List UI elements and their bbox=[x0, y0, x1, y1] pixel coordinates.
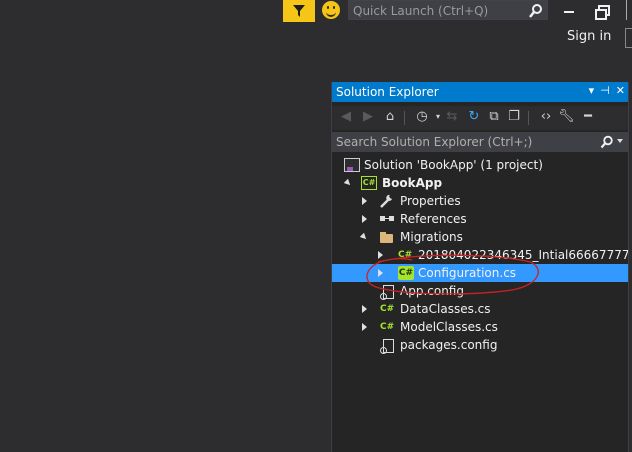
tree-item-solution[interactable]: Solution 'BookApp' (1 project) bbox=[332, 156, 629, 174]
tree-item-migration-file[interactable]: C# 201804022346345_Intial66667777.cs bbox=[332, 246, 632, 264]
tree-item-packages-config[interactable]: packages.config bbox=[332, 336, 629, 354]
expanded-arrow-icon[interactable] bbox=[343, 174, 355, 192]
sign-in-link[interactable]: Sign in bbox=[567, 29, 611, 44]
solution-search-box[interactable] bbox=[332, 132, 629, 152]
search-icon[interactable] bbox=[600, 135, 614, 149]
csharp-file-icon: C# bbox=[380, 304, 395, 314]
tree-item-project[interactable]: C# BookApp bbox=[332, 174, 629, 192]
account-avatar-edge[interactable] bbox=[625, 28, 632, 48]
references-icon bbox=[380, 216, 394, 221]
restore-icon[interactable] bbox=[594, 3, 610, 20]
panel-header-buttons: ▾ ⊣ ✕ bbox=[589, 84, 625, 97]
wrench-icon[interactable]: 🔧︎ bbox=[558, 109, 575, 125]
quick-launch-input[interactable] bbox=[353, 3, 523, 19]
toolbar-separator bbox=[404, 111, 405, 125]
collapsed-arrow-icon[interactable] bbox=[359, 192, 371, 210]
tree-item-app-config[interactable]: App.config bbox=[332, 282, 629, 300]
tree-item-label: Solution 'BookApp' (1 project) bbox=[364, 158, 543, 172]
close-button-edge[interactable] bbox=[626, 0, 632, 20]
tree-item-dataclasses[interactable]: C# DataClasses.cs bbox=[332, 300, 629, 318]
config-file-icon bbox=[380, 338, 396, 354]
solution-icon bbox=[344, 158, 360, 172]
csharp-file-icon: C# bbox=[398, 250, 413, 260]
tree-item-label: BookApp bbox=[382, 176, 443, 190]
forward-arrow-icon[interactable]: ▶ bbox=[360, 109, 376, 125]
panel-title: Solution Explorer bbox=[336, 85, 439, 99]
collapsed-arrow-icon[interactable] bbox=[375, 246, 387, 264]
funnel-icon bbox=[293, 5, 305, 17]
tree-item-properties[interactable]: Properties bbox=[332, 192, 629, 210]
tree-item-label: DataClasses.cs bbox=[400, 302, 491, 316]
collapsed-arrow-icon[interactable] bbox=[359, 210, 371, 228]
tree-item-label: Migrations bbox=[400, 230, 463, 244]
tree-item-label: References bbox=[400, 212, 467, 226]
search-options-chevron-icon[interactable] bbox=[617, 139, 623, 143]
toolbar-separator bbox=[528, 111, 529, 125]
wrench-icon bbox=[380, 194, 392, 208]
collapse-all-icon[interactable]: ⧉ bbox=[486, 109, 502, 125]
vs-window: Sign in Solution Explorer ▾ ⊣ ✕ ◀ ▶ ⌂ ◷ … bbox=[0, 0, 632, 452]
dropdown-arrow-icon[interactable]: ▾ bbox=[589, 84, 595, 97]
search-icon[interactable] bbox=[528, 3, 544, 19]
folder-open-icon bbox=[379, 230, 395, 244]
expanded-arrow-icon[interactable] bbox=[359, 228, 371, 246]
tree-item-configuration[interactable]: C# Configuration.cs bbox=[332, 264, 629, 282]
panel-scrollbar-edge[interactable] bbox=[628, 82, 632, 452]
feedback-smiley-icon[interactable] bbox=[322, 1, 340, 19]
preview-minus-icon[interactable]: ━ bbox=[580, 109, 596, 125]
history-clock-icon[interactable]: ◷ bbox=[414, 109, 430, 125]
solution-explorer-toolbar: ◀ ▶ ⌂ ◷ ▾ ⇆ ↻ ⧉ ❐ ‹› 🔧︎ ━ bbox=[332, 106, 629, 130]
tree-item-label: Properties bbox=[400, 194, 461, 208]
sync-icon[interactable]: ⇆ bbox=[444, 109, 460, 125]
tree-item-references[interactable]: References bbox=[332, 210, 629, 228]
config-file-icon bbox=[380, 284, 396, 300]
home-icon[interactable]: ⌂ bbox=[382, 109, 398, 125]
tree-item-migrations[interactable]: Migrations bbox=[332, 228, 629, 246]
view-code-icon[interactable]: ‹› bbox=[538, 109, 554, 125]
csharp-file-icon: C# bbox=[398, 266, 414, 280]
collapsed-arrow-icon[interactable] bbox=[375, 264, 387, 282]
minimize-icon[interactable] bbox=[562, 3, 578, 19]
pin-icon[interactable]: ⊣ bbox=[600, 84, 610, 97]
panel-header: Solution Explorer ▾ ⊣ ✕ bbox=[332, 82, 629, 102]
csharp-project-icon: C# bbox=[361, 176, 377, 190]
tree-item-modelclasses[interactable]: C# ModelClasses.cs bbox=[332, 318, 629, 336]
quick-launch-box[interactable] bbox=[348, 0, 548, 20]
tree-item-label: ModelClasses.cs bbox=[400, 320, 498, 334]
notification-filter-button[interactable] bbox=[283, 0, 315, 22]
back-arrow-icon[interactable]: ◀ bbox=[338, 109, 354, 125]
tree-item-label: 201804022346345_Intial66667777.cs bbox=[418, 248, 632, 262]
collapsed-arrow-icon[interactable] bbox=[359, 300, 371, 318]
solution-search-input[interactable] bbox=[336, 134, 586, 150]
tree-item-label: App.config bbox=[400, 284, 464, 298]
tree-item-label: Configuration.cs bbox=[418, 266, 517, 280]
csharp-file-icon: C# bbox=[380, 322, 395, 332]
show-all-files-icon[interactable]: ❐ bbox=[506, 109, 522, 125]
collapsed-arrow-icon[interactable] bbox=[359, 318, 371, 336]
close-icon[interactable]: ✕ bbox=[616, 84, 625, 97]
title-bar: Sign in bbox=[0, 0, 632, 56]
tree-item-label: packages.config bbox=[400, 338, 498, 352]
solution-explorer-panel: Solution Explorer ▾ ⊣ ✕ ◀ ▶ ⌂ ◷ ▾ ⇆ ↻ ⧉ … bbox=[331, 82, 632, 452]
refresh-icon[interactable]: ↻ bbox=[466, 109, 482, 125]
